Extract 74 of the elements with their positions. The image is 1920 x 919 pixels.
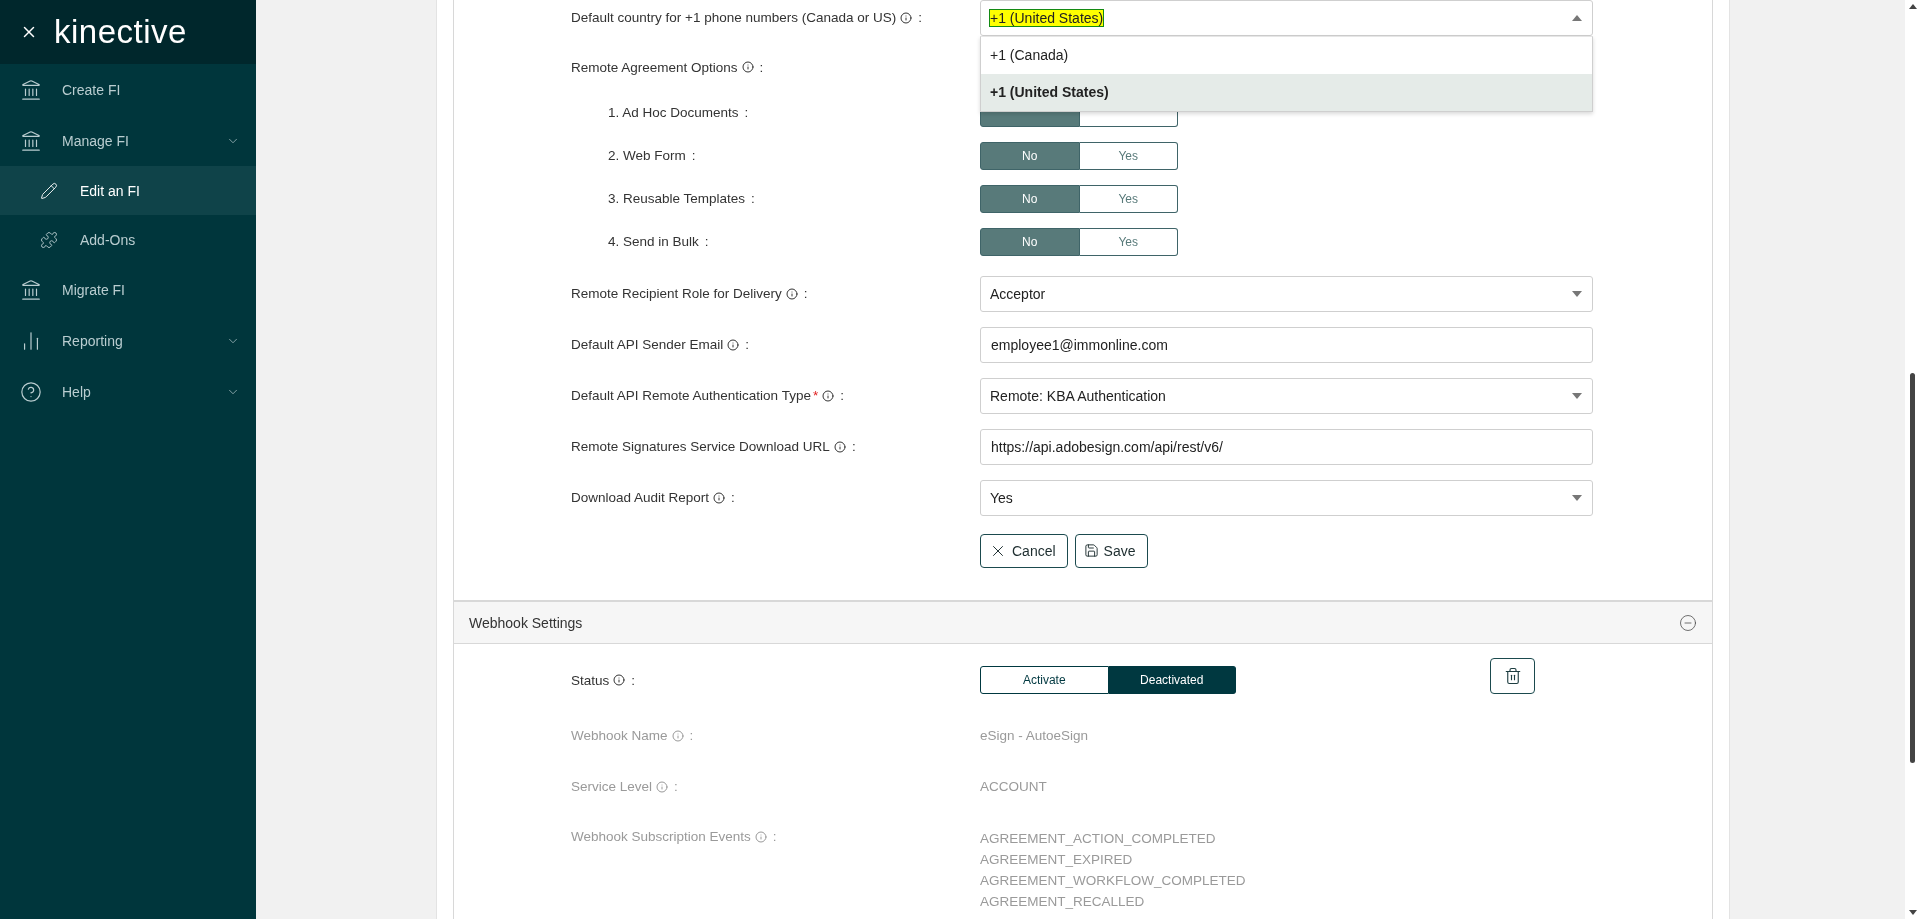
field-value: eSign - AutoeSign: [980, 727, 1090, 745]
field-label: 4. Send in Bulk :: [607, 234, 710, 249]
info-icon[interactable]: [713, 491, 726, 504]
field-label: Remote Agreement Options :: [571, 59, 765, 75]
field-label: Default country for +1 phone numbers (Canada or US) :: [571, 10, 924, 25]
toggle-option[interactable]: Yes: [1079, 141, 1178, 170]
status-option[interactable]: Deactivated: [1108, 666, 1236, 694]
sidebar-item[interactable]: Reporting: [0, 315, 256, 366]
field-label: Status :: [571, 672, 637, 688]
toggle-option[interactable]: Yes: [1079, 227, 1178, 256]
select-field[interactable]: Acceptor: [980, 275, 1593, 312]
field-label: Remote Recipient Role for Delivery :: [571, 286, 809, 301]
save-button[interactable]: Save: [1074, 533, 1148, 568]
scroll-up-icon[interactable]: [1909, 4, 1917, 9]
sidebar-subitem[interactable]: Edit an FI: [0, 166, 256, 215]
caret-icon: [1572, 290, 1582, 297]
event-name: AGREEMENT_ACTION_COMPLETED: [980, 830, 1217, 848]
caret-icon: [1572, 14, 1582, 21]
caret-icon: [1572, 392, 1582, 399]
sidebar-item[interactable]: Create FI: [0, 64, 256, 115]
info-icon[interactable]: [900, 11, 913, 24]
puzzle-icon: [40, 230, 58, 249]
event-name: AGREEMENT_EXPIRED: [980, 851, 1134, 869]
info-icon[interactable]: [613, 674, 626, 686]
caret-icon: [1572, 494, 1582, 501]
toggle-option[interactable]: Yes: [1079, 184, 1178, 213]
dropdown-option[interactable]: +1 (Canada): [981, 36, 1592, 74]
help-icon: [20, 380, 42, 403]
sidebar-item[interactable]: Manage FI: [0, 115, 256, 166]
field-label: Webhook Subscription Events :: [571, 828, 778, 844]
status-option[interactable]: Activate: [980, 666, 1109, 694]
delete-button[interactable]: [1490, 658, 1535, 694]
cancel-button[interactable]: Cancel: [980, 533, 1068, 568]
field-value: ACCOUNT: [980, 778, 1048, 796]
select-field[interactable]: Yes: [980, 479, 1593, 516]
scrollbar-thumb[interactable]: [1910, 373, 1915, 763]
info-icon[interactable]: [833, 440, 846, 453]
field-label: Default API Sender Email :: [571, 337, 751, 352]
event-name: AGREEMENT_WORKFLOW_COMPLETED: [980, 872, 1247, 890]
field-label: Service Level :: [571, 779, 679, 794]
bank-icon: [20, 278, 42, 301]
info-icon[interactable]: [741, 61, 754, 73]
logo: kinective: [54, 13, 187, 51]
pencil-icon: [40, 181, 58, 200]
field-label: 1. Ad Hoc Documents :: [607, 105, 750, 120]
bank-icon: [20, 129, 42, 152]
info-icon[interactable]: [822, 389, 835, 402]
sidebar-item[interactable]: Migrate FI: [0, 264, 256, 315]
dropdown-option[interactable]: +1 (United States): [981, 73, 1592, 111]
field-label: Default API Remote Authentication Type* :: [571, 388, 845, 403]
sidebar-item[interactable]: Help: [0, 366, 256, 417]
info-icon[interactable]: [727, 338, 740, 351]
event-name: AGREEMENT_RECALLED: [980, 893, 1146, 911]
collapse-icon[interactable]: [1679, 613, 1697, 632]
select-field[interactable]: +1 (United States): [980, 0, 1593, 36]
text-field[interactable]: employee1@immonline.com: [980, 326, 1593, 363]
info-icon[interactable]: [785, 287, 798, 300]
field-label: Remote Signatures Service Download URL :: [571, 439, 857, 454]
field-label: 3. Reusable Templates :: [607, 191, 756, 206]
field-label: Webhook Name :: [571, 728, 695, 743]
scroll-down-icon[interactable]: [1909, 910, 1917, 915]
sidebar-subitem[interactable]: Add-Ons: [0, 215, 256, 264]
section-title: Webhook Settings: [469, 614, 583, 631]
trash-icon: [1503, 667, 1522, 685]
required-mark: *: [812, 388, 819, 403]
toggle-option[interactable]: No: [980, 141, 1080, 170]
field-label: 2. Web Form :: [607, 148, 697, 163]
bank-icon: [20, 78, 42, 101]
text-field[interactable]: https://api.adobesign.com/api/rest/v6/: [980, 428, 1593, 465]
field-label: Download Audit Report :: [571, 490, 736, 505]
toggle-option[interactable]: No: [980, 227, 1080, 256]
save-icon: [1083, 543, 1099, 558]
toggle-option[interactable]: No: [980, 184, 1080, 213]
select-field[interactable]: Remote: KBA Authentication: [980, 377, 1593, 414]
